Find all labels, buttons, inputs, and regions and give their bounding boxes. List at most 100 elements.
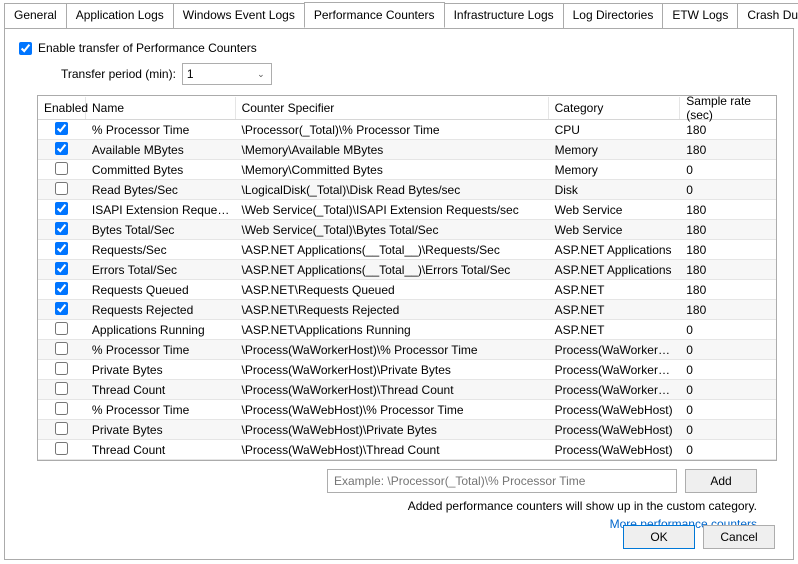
row-category: Process(WaWebHost) bbox=[549, 421, 681, 439]
enable-transfer-row: Enable transfer of Performance Counters bbox=[19, 41, 779, 55]
row-name: Requests/Sec bbox=[86, 241, 236, 259]
row-rate: 0 bbox=[680, 441, 776, 459]
tab-general[interactable]: General bbox=[4, 3, 67, 29]
table-row[interactable]: Thread Count\Process(WaWorkerHost)\Threa… bbox=[38, 380, 776, 400]
counters-grid: Enabled Name Counter Specifier Category … bbox=[37, 95, 777, 461]
row-name: Bytes Total/Sec bbox=[86, 221, 236, 239]
tab-performance-counters[interactable]: Performance Counters bbox=[304, 2, 445, 28]
table-row[interactable]: Private Bytes\Process(WaWebHost)\Private… bbox=[38, 420, 776, 440]
row-rate: 0 bbox=[680, 341, 776, 359]
grid-body[interactable]: % Processor Time \Processor(_Total)\% Pro… bbox=[38, 120, 776, 460]
row-name: Private Bytes bbox=[86, 421, 236, 439]
table-row[interactable]: Committed Bytes\Memory\Committed BytesMe… bbox=[38, 160, 776, 180]
table-row[interactable]: Applications Running\ASP.NET\Application… bbox=[38, 320, 776, 340]
col-header-category[interactable]: Category bbox=[549, 97, 681, 119]
table-row[interactable]: Thread Count\Process(WaWebHost)\Thread C… bbox=[38, 440, 776, 460]
col-header-name[interactable]: Name bbox=[86, 97, 236, 119]
enable-transfer-checkbox[interactable] bbox=[19, 42, 32, 55]
tab-windows-event-logs[interactable]: Windows Event Logs bbox=[173, 3, 305, 29]
table-row[interactable]: % Processor Time\Process(WaWorkerHost)\%… bbox=[38, 340, 776, 360]
table-row[interactable]: ISAPI Extension Requests/...\Web Service… bbox=[38, 200, 776, 220]
row-name: ISAPI Extension Requests/... bbox=[86, 201, 236, 219]
row-enabled-checkbox[interactable] bbox=[55, 382, 68, 395]
row-spec: \ASP.NET Applications(__Total__)\Request… bbox=[235, 241, 548, 259]
row-enabled-checkbox[interactable] bbox=[55, 342, 68, 355]
row-enabled-checkbox[interactable] bbox=[55, 142, 68, 155]
transfer-period-label: Transfer period (min): bbox=[61, 67, 176, 81]
row-category: Process(WaWebHost) bbox=[549, 401, 681, 419]
cancel-button[interactable]: Cancel bbox=[703, 525, 775, 549]
table-row[interactable]: Requests Queued\ASP.NET\Requests QueuedA… bbox=[38, 280, 776, 300]
transfer-period-input[interactable] bbox=[183, 65, 253, 83]
row-enabled-checkbox[interactable] bbox=[55, 262, 68, 275]
tab-panel-performance-counters: Enable transfer of Performance Counters … bbox=[4, 28, 794, 560]
table-row[interactable]: % Processor Time\Processor(_Total)\% Pro… bbox=[38, 120, 776, 140]
row-rate: 0 bbox=[680, 421, 776, 439]
row-rate: 180 bbox=[680, 241, 776, 259]
row-spec: \Processor(_Total)\% Processor Time bbox=[235, 121, 548, 139]
table-row[interactable]: Private Bytes\Process(WaWorkerHost)\Priv… bbox=[38, 360, 776, 380]
col-header-enabled[interactable]: Enabled bbox=[38, 97, 86, 119]
tab-infrastructure-logs[interactable]: Infrastructure Logs bbox=[444, 3, 564, 29]
row-name: Read Bytes/Sec bbox=[86, 181, 236, 199]
row-category: Process(WaWorkerHost) bbox=[549, 381, 681, 399]
row-spec: \ASP.NET\Requests Queued bbox=[235, 281, 548, 299]
row-category: ASP.NET bbox=[549, 281, 681, 299]
row-enabled-checkbox[interactable] bbox=[55, 362, 68, 375]
table-row[interactable]: Available MBytes\Memory\Available MBytes… bbox=[38, 140, 776, 160]
tab-crash-dumps[interactable]: Crash Dumps bbox=[737, 3, 798, 29]
row-name: Applications Running bbox=[86, 321, 236, 339]
row-rate: 180 bbox=[680, 201, 776, 219]
table-row[interactable]: Requests/Sec\ASP.NET Applications(__Tota… bbox=[38, 240, 776, 260]
grid-header-row: Enabled Name Counter Specifier Category … bbox=[38, 96, 776, 120]
row-enabled-checkbox[interactable] bbox=[55, 402, 68, 415]
tab-application-logs[interactable]: Application Logs bbox=[66, 3, 174, 29]
enable-transfer-label: Enable transfer of Performance Counters bbox=[38, 41, 257, 55]
add-counter-input[interactable] bbox=[327, 469, 677, 493]
chevron-down-icon[interactable]: ⌄ bbox=[253, 69, 269, 80]
dialog-button-row: OK Cancel bbox=[623, 525, 775, 549]
row-enabled-checkbox[interactable] bbox=[55, 202, 68, 215]
row-enabled-checkbox[interactable] bbox=[55, 162, 68, 175]
row-spec: \LogicalDisk(_Total)\Disk Read Bytes/sec bbox=[235, 181, 548, 199]
row-rate: 0 bbox=[680, 381, 776, 399]
row-name: Thread Count bbox=[86, 381, 236, 399]
row-enabled-checkbox[interactable] bbox=[55, 442, 68, 455]
table-row[interactable]: Requests Rejected\ASP.NET\Requests Rejec… bbox=[38, 300, 776, 320]
row-name: Committed Bytes bbox=[86, 161, 236, 179]
table-row[interactable]: % Processor Time\Process(WaWebHost)\% Pr… bbox=[38, 400, 776, 420]
row-enabled-checkbox[interactable] bbox=[55, 242, 68, 255]
row-enabled-checkbox[interactable] bbox=[55, 322, 68, 335]
row-category: Process(WaWebHost) bbox=[549, 441, 681, 459]
table-row[interactable]: Bytes Total/Sec\Web Service(_Total)\Byte… bbox=[38, 220, 776, 240]
ok-button[interactable]: OK bbox=[623, 525, 695, 549]
row-rate: 0 bbox=[680, 181, 776, 199]
row-category: ASP.NET Applications bbox=[549, 241, 681, 259]
row-enabled-checkbox[interactable] bbox=[55, 422, 68, 435]
row-name: % Processor Time bbox=[86, 341, 236, 359]
row-enabled-checkbox[interactable] bbox=[55, 302, 68, 315]
row-name: Private Bytes bbox=[86, 361, 236, 379]
row-enabled-checkbox[interactable] bbox=[55, 182, 68, 195]
transfer-period-combo[interactable]: ⌄ bbox=[182, 63, 272, 85]
row-enabled-checkbox[interactable] bbox=[55, 122, 68, 135]
table-row[interactable]: Errors Total/Sec\ASP.NET Applications(__… bbox=[38, 260, 776, 280]
tab-etw-logs[interactable]: ETW Logs bbox=[662, 3, 738, 29]
row-rate: 180 bbox=[680, 261, 776, 279]
tab-log-directories[interactable]: Log Directories bbox=[563, 3, 664, 29]
row-category: ASP.NET bbox=[549, 321, 681, 339]
row-enabled-checkbox[interactable] bbox=[55, 282, 68, 295]
row-category: ASP.NET Applications bbox=[549, 261, 681, 279]
row-spec: \Web Service(_Total)\Bytes Total/Sec bbox=[235, 221, 548, 239]
row-rate: 0 bbox=[680, 361, 776, 379]
row-enabled-checkbox[interactable] bbox=[55, 222, 68, 235]
row-spec: \Process(WaWorkerHost)\Thread Count bbox=[235, 381, 548, 399]
col-header-spec[interactable]: Counter Specifier bbox=[236, 97, 549, 119]
add-button[interactable]: Add bbox=[685, 469, 757, 493]
tab-strip: GeneralApplication LogsWindows Event Log… bbox=[0, 0, 798, 28]
row-spec: \ASP.NET\Applications Running bbox=[235, 321, 548, 339]
row-category: Process(WaWorkerHost) bbox=[549, 361, 681, 379]
transfer-period-row: Transfer period (min): ⌄ bbox=[61, 63, 779, 85]
row-name: Requests Rejected bbox=[86, 301, 236, 319]
table-row[interactable]: Read Bytes/Sec\LogicalDisk(_Total)\Disk … bbox=[38, 180, 776, 200]
